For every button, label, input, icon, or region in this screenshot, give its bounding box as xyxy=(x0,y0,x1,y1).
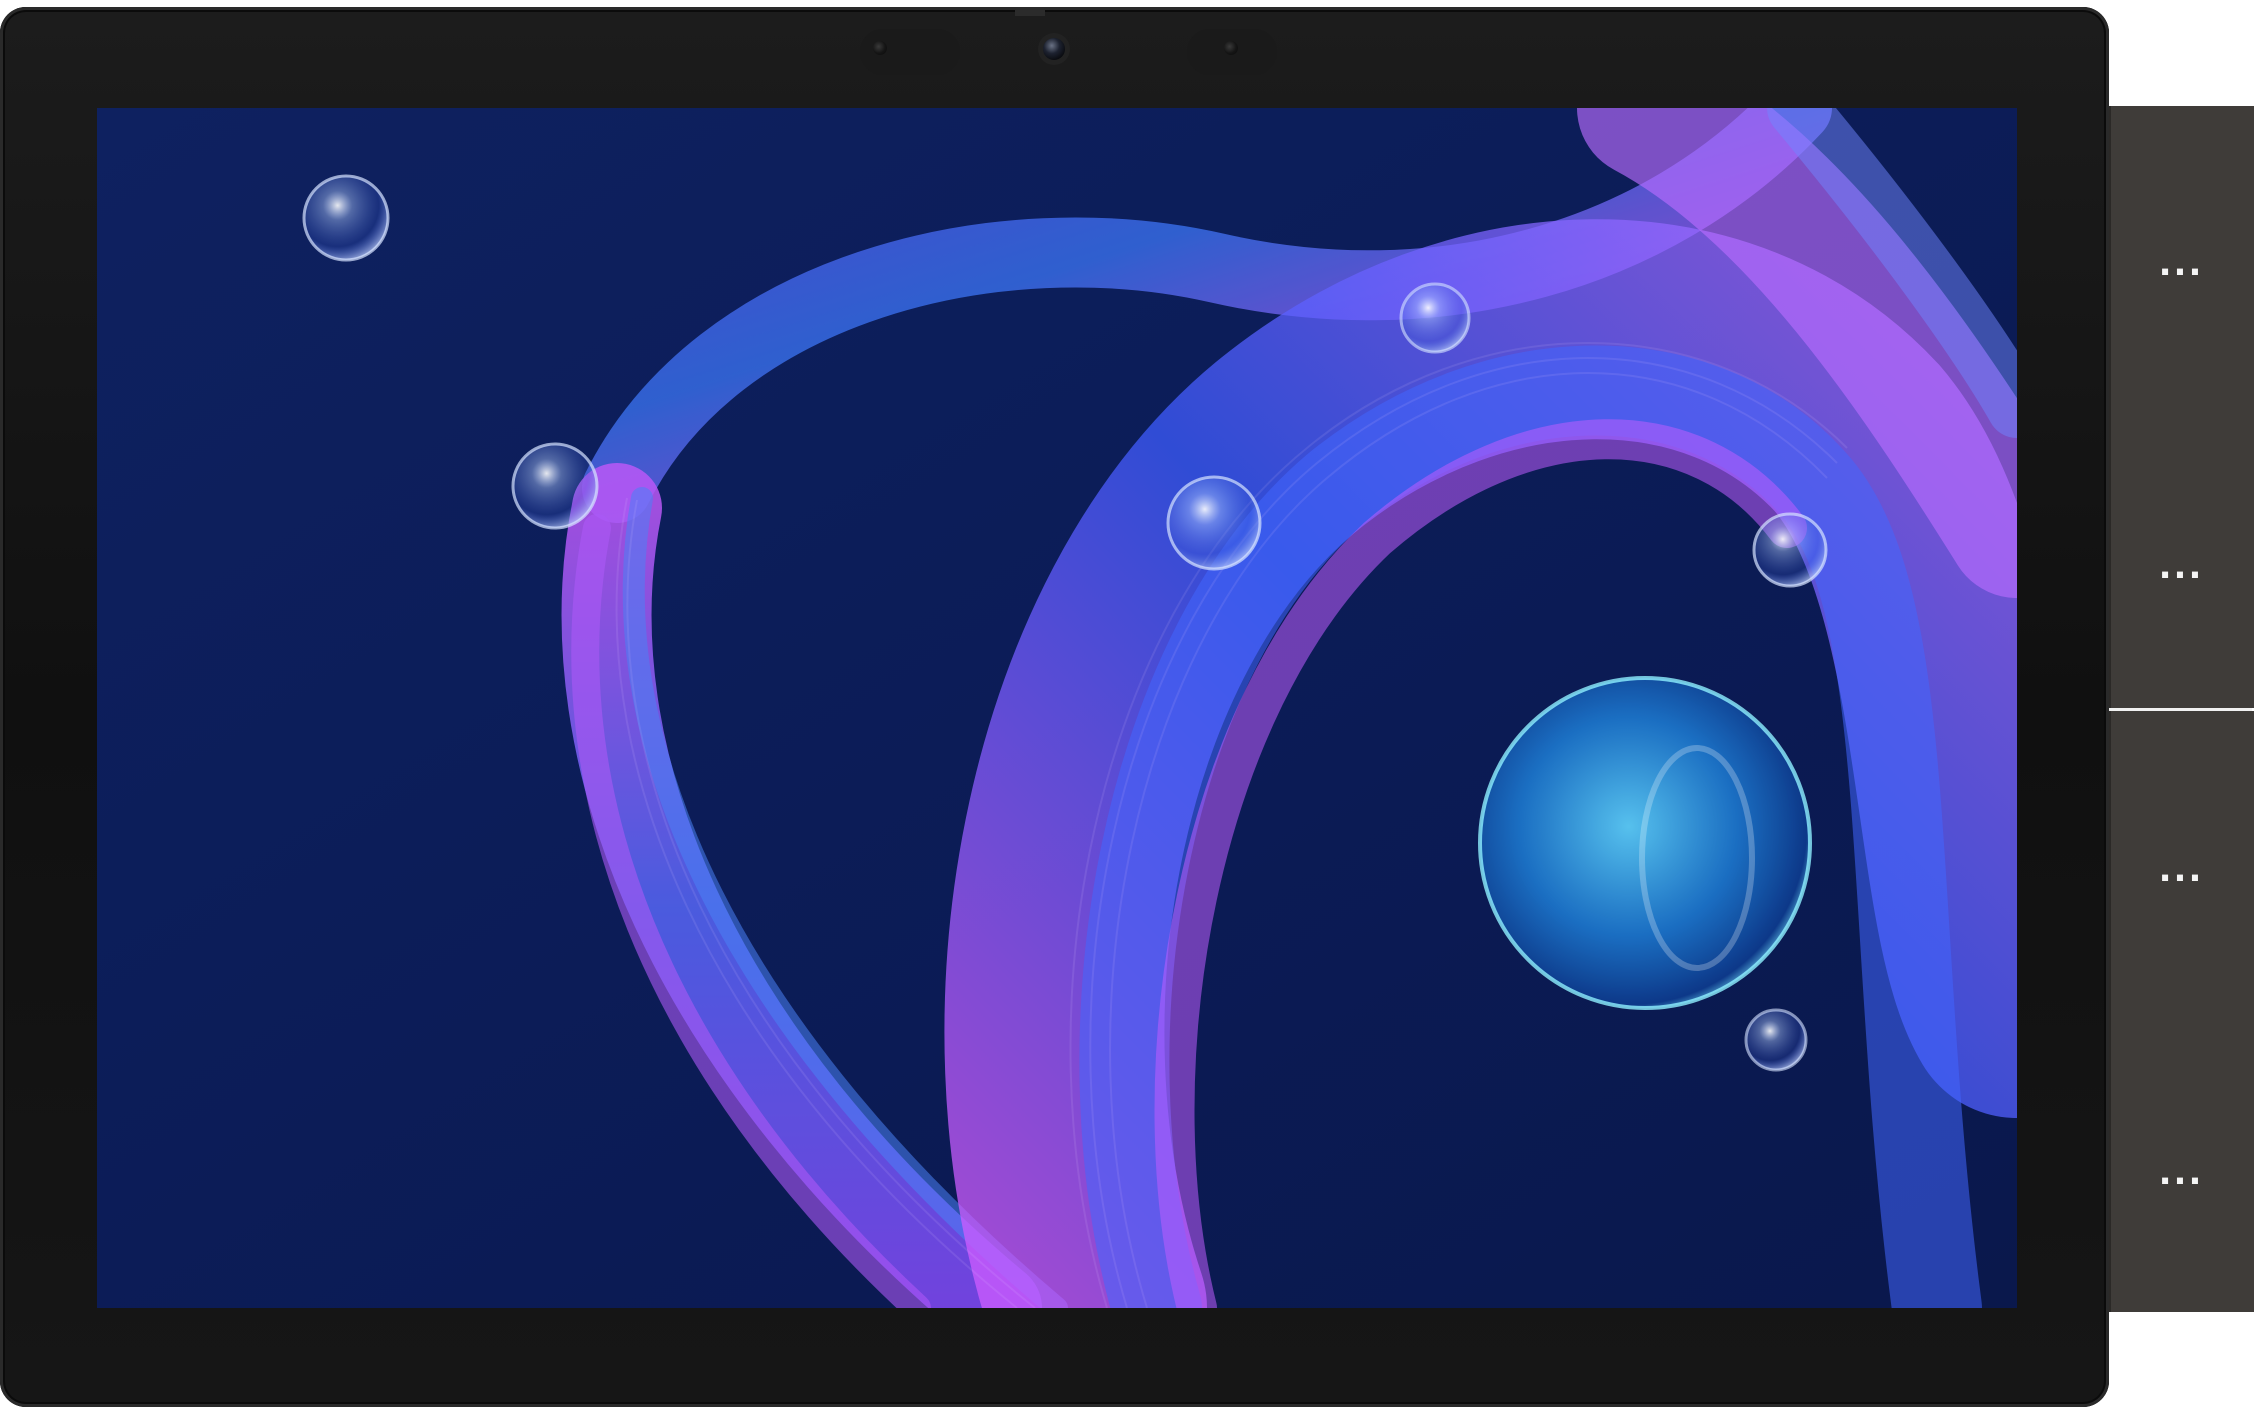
bubble xyxy=(1744,1008,1808,1072)
side-panel: ... ... ... ... xyxy=(2109,106,2254,1312)
tablet-screen xyxy=(97,108,2017,1308)
more-options-icon: ... xyxy=(2158,547,2204,587)
bubble xyxy=(1399,282,1471,354)
more-options-button-1[interactable]: ... xyxy=(2151,246,2211,282)
more-options-button-3[interactable]: ... xyxy=(2151,852,2211,888)
power-button xyxy=(1015,7,1045,16)
bubble xyxy=(302,174,390,262)
sensor-icon xyxy=(1224,41,1238,55)
sensor-icon xyxy=(873,41,887,55)
side-tile-top xyxy=(2109,106,2254,708)
device-mockup: ... ... ... ... xyxy=(0,0,2257,1412)
more-options-button-4[interactable]: ... xyxy=(2151,1155,2211,1191)
bubble xyxy=(1166,475,1262,571)
more-options-icon: ... xyxy=(2158,244,2204,284)
bubble xyxy=(511,442,599,530)
wallpaper-abstract-ribbon xyxy=(97,108,2017,1308)
more-options-icon: ... xyxy=(2158,1153,2204,1193)
front-camera-icon xyxy=(1043,38,1065,60)
side-tile-bottom xyxy=(2109,711,2254,1312)
more-options-button-2[interactable]: ... xyxy=(2151,549,2211,585)
more-options-icon: ... xyxy=(2158,850,2204,890)
bubble xyxy=(1752,512,1828,588)
